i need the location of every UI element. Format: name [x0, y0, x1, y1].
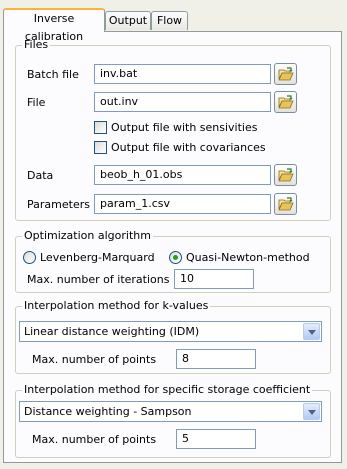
- open-folder-icon: [278, 168, 294, 182]
- tab-label: Output: [108, 14, 148, 27]
- kvalues-max-points-label: Max. number of points: [32, 353, 157, 366]
- batch-file-label: Batch file: [27, 68, 79, 81]
- quasi-newton-label: Quasi-Newton-method: [186, 251, 310, 264]
- batch-file-input[interactable]: inv.bat: [94, 64, 271, 84]
- storage-method-select[interactable]: Distance weighting - Sampson: [19, 401, 322, 422]
- kvalues-group-title: Interpolation method for k-values: [22, 299, 211, 313]
- kvalues-max-points-input[interactable]: 8: [176, 349, 256, 369]
- open-folder-icon: [278, 67, 294, 81]
- quasi-newton-radio[interactable]: [169, 251, 182, 264]
- parameters-label: Parameters: [27, 198, 90, 211]
- covariances-checkbox-label: Output file with covariances: [111, 141, 266, 154]
- kvalues-method-select[interactable]: Linear distance weighting (IDM): [19, 321, 322, 342]
- sensitivities-checkbox-label: Output file with sensivities: [111, 121, 258, 134]
- data-label: Data: [27, 169, 54, 182]
- data-browse-button[interactable]: [274, 164, 297, 186]
- tab-flow[interactable]: Flow: [151, 11, 188, 30]
- levenberg-marquard-radio[interactable]: [23, 251, 36, 264]
- sensitivities-checkbox[interactable]: [94, 121, 107, 134]
- open-folder-icon: [278, 197, 294, 211]
- optimization-group-title: Optimization algorithm: [22, 229, 153, 243]
- tab-label: Inverse calibration: [24, 12, 84, 43]
- covariances-checkbox[interactable]: [94, 141, 107, 154]
- parameters-browse-button[interactable]: [274, 193, 297, 215]
- tab-label: Flow: [156, 14, 183, 27]
- kvalues-method-value: Linear distance weighting (IDM): [24, 325, 200, 338]
- optimization-group: Optimization algorithm Levenberg-Marquar…: [15, 229, 331, 293]
- storage-method-value: Distance weighting - Sampson: [24, 405, 192, 418]
- storage-max-points-input[interactable]: 5: [176, 429, 256, 449]
- file-browse-button[interactable]: [274, 91, 297, 113]
- chevron-down-icon[interactable]: [303, 323, 320, 340]
- file-input[interactable]: out.inv: [94, 92, 271, 112]
- storage-group: Interpolation method for specific storag…: [15, 383, 331, 458]
- files-group: Files Batch file inv.bat File out.inv Ou…: [15, 38, 331, 221]
- file-label: File: [27, 96, 46, 109]
- chevron-down-icon[interactable]: [303, 403, 320, 420]
- batch-file-browse-button[interactable]: [274, 63, 297, 85]
- max-iterations-input[interactable]: 10: [174, 269, 254, 289]
- data-input[interactable]: beob_h_01.obs: [94, 165, 271, 185]
- tab-output[interactable]: Output: [105, 11, 151, 30]
- inverse-calibration-panel: Files Batch file inv.bat File out.inv Ou…: [3, 31, 342, 463]
- kvalues-group: Interpolation method for k-values Linear…: [15, 299, 331, 374]
- tab-inverse-calibration[interactable]: Inverse calibration: [3, 8, 105, 43]
- open-folder-icon: [278, 95, 294, 109]
- parameters-input[interactable]: param_1.csv: [94, 194, 271, 214]
- storage-group-title: Interpolation method for specific storag…: [22, 383, 313, 397]
- storage-max-points-label: Max. number of points: [32, 433, 157, 446]
- max-iterations-label: Max. number of iterations: [27, 273, 170, 286]
- levenberg-marquard-label: Levenberg-Marquard: [40, 251, 155, 264]
